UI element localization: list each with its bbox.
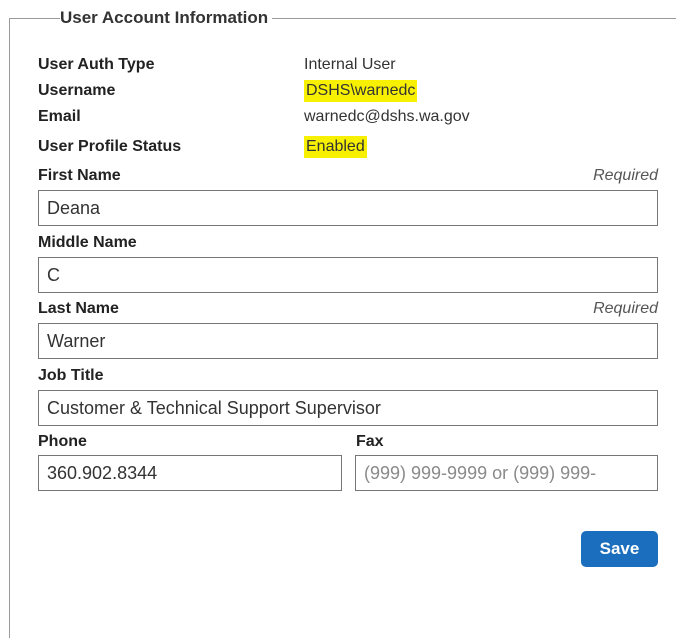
job-title-input[interactable]: Customer & Technical Support Supervisor — [38, 390, 658, 426]
save-button[interactable]: Save — [581, 531, 658, 567]
middle-name-input[interactable]: C — [38, 257, 658, 293]
email-value: warnedc@dshs.wa.gov — [304, 108, 470, 125]
profile-status-label: User Profile Status — [38, 138, 182, 155]
phone-input[interactable]: 360.902.8344 — [38, 455, 342, 491]
fax-input[interactable]: (999) 999-9999 or (999) 999- — [355, 455, 658, 491]
username-value: DSHS\warnedc — [304, 80, 418, 102]
fax-label: Fax — [356, 433, 384, 450]
last-name-required: Required — [593, 300, 658, 317]
section-title: User Account Information — [60, 7, 273, 29]
middle-name-label: Middle Name — [38, 234, 137, 251]
auth-type-value: Internal User — [304, 56, 396, 73]
last-name-input[interactable]: Warner — [38, 323, 658, 359]
first-name-label: First Name — [38, 167, 121, 184]
last-name-label: Last Name — [38, 300, 119, 317]
first-name-input[interactable]: Deana — [38, 190, 658, 226]
email-label: Email — [38, 108, 81, 125]
first-name-required: Required — [593, 167, 658, 184]
job-title-label: Job Title — [38, 367, 104, 384]
phone-label: Phone — [38, 433, 87, 450]
profile-status-value: Enabled — [304, 136, 367, 158]
auth-type-label: User Auth Type — [38, 56, 155, 73]
username-label: Username — [38, 82, 116, 99]
